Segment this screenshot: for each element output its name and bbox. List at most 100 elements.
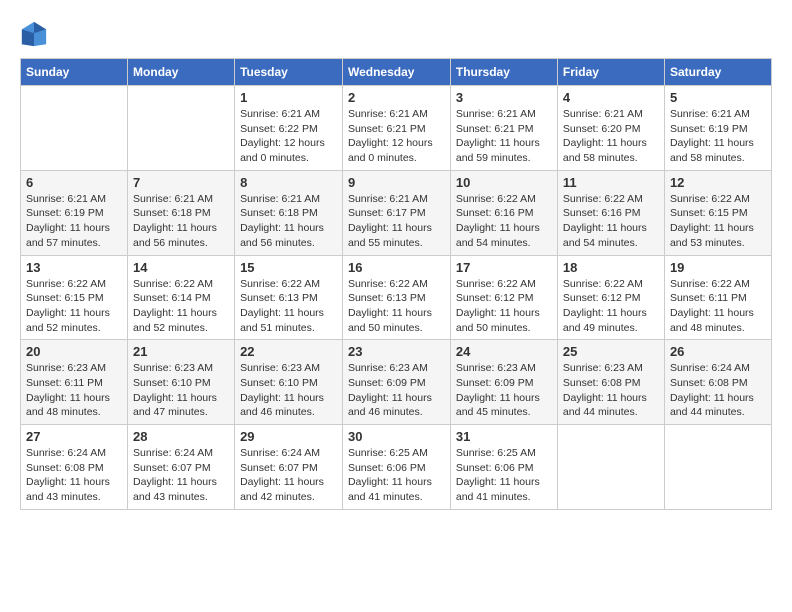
day-number: 5 [670,90,766,105]
header-cell-saturday: Saturday [664,59,771,86]
day-content: Sunrise: 6:22 AM Sunset: 6:12 PM Dayligh… [456,277,552,336]
header-cell-wednesday: Wednesday [342,59,450,86]
calendar-cell: 23 Sunrise: 6:23 AM Sunset: 6:09 PM Dayli… [342,340,450,425]
calendar-cell: 8 Sunrise: 6:21 AM Sunset: 6:18 PM Daylig… [235,170,343,255]
day-content: Sunrise: 6:21 AM Sunset: 6:20 PM Dayligh… [563,107,659,166]
calendar-cell [664,425,771,510]
day-content: Sunrise: 6:21 AM Sunset: 6:19 PM Dayligh… [26,192,122,251]
day-content: Sunrise: 6:21 AM Sunset: 6:17 PM Dayligh… [348,192,445,251]
day-content: Sunrise: 6:21 AM Sunset: 6:18 PM Dayligh… [133,192,229,251]
calendar-cell: 24 Sunrise: 6:23 AM Sunset: 6:09 PM Dayli… [450,340,557,425]
day-number: 14 [133,260,229,275]
calendar-cell: 25Sunrise: 6:23 AM Sunset: 6:08 PM Dayli… [557,340,664,425]
day-number: 21 [133,344,229,359]
day-number: 16 [348,260,445,275]
day-number: 28 [133,429,229,444]
day-number: 18 [563,260,659,275]
day-number: 3 [456,90,552,105]
day-content: Sunrise: 6:22 AM Sunset: 6:15 PM Dayligh… [26,277,122,336]
calendar-cell: 12 Sunrise: 6:22 AM Sunset: 6:15 PM Dayli… [664,170,771,255]
calendar-cell: 22Sunrise: 6:23 AM Sunset: 6:10 PM Dayli… [235,340,343,425]
header-cell-thursday: Thursday [450,59,557,86]
calendar-cell: 31 Sunrise: 6:25 AM Sunset: 6:06 PM Dayli… [450,425,557,510]
calendar-cell: 30Sunrise: 6:25 AM Sunset: 6:06 PM Dayli… [342,425,450,510]
calendar-cell [21,86,128,171]
page-header [20,20,772,48]
calendar-cell: 29 Sunrise: 6:24 AM Sunset: 6:07 PM Dayli… [235,425,343,510]
day-number: 8 [240,175,337,190]
calendar-cell: 6 Sunrise: 6:21 AM Sunset: 6:19 PM Daylig… [21,170,128,255]
calendar-cell: 15 Sunrise: 6:22 AM Sunset: 6:13 PM Dayli… [235,255,343,340]
day-content: Sunrise: 6:22 AM Sunset: 6:13 PM Dayligh… [348,277,445,336]
day-content: Sunrise: 6:22 AM Sunset: 6:13 PM Dayligh… [240,277,337,336]
day-number: 6 [26,175,122,190]
day-content: Sunrise: 6:25 AM Sunset: 6:06 PM Dayligh… [456,446,552,505]
day-number: 4 [563,90,659,105]
day-number: 12 [670,175,766,190]
calendar-cell: 2 Sunrise: 6:21 AM Sunset: 6:21 PM Daylig… [342,86,450,171]
calendar-week-3: 13Sunrise: 6:22 AM Sunset: 6:15 PM Dayli… [21,255,772,340]
calendar-week-1: 1Sunrise: 6:21 AM Sunset: 6:22 PM Daylig… [21,86,772,171]
calendar-cell: 20 Sunrise: 6:23 AM Sunset: 6:11 PM Dayli… [21,340,128,425]
calendar-cell: 13Sunrise: 6:22 AM Sunset: 6:15 PM Dayli… [21,255,128,340]
calendar-cell: 19Sunrise: 6:22 AM Sunset: 6:11 PM Dayli… [664,255,771,340]
calendar-cell: 4 Sunrise: 6:21 AM Sunset: 6:20 PM Daylig… [557,86,664,171]
day-content: Sunrise: 6:23 AM Sunset: 6:11 PM Dayligh… [26,361,122,420]
day-content: Sunrise: 6:21 AM Sunset: 6:21 PM Dayligh… [348,107,445,166]
calendar-cell: 7 Sunrise: 6:21 AM Sunset: 6:18 PM Daylig… [128,170,235,255]
calendar-cell: 11 Sunrise: 6:22 AM Sunset: 6:16 PM Dayli… [557,170,664,255]
day-number: 27 [26,429,122,444]
day-number: 1 [240,90,337,105]
day-number: 31 [456,429,552,444]
day-content: Sunrise: 6:23 AM Sunset: 6:08 PM Dayligh… [563,361,659,420]
calendar-cell: 3 Sunrise: 6:21 AM Sunset: 6:21 PM Daylig… [450,86,557,171]
day-number: 11 [563,175,659,190]
day-content: Sunrise: 6:24 AM Sunset: 6:07 PM Dayligh… [240,446,337,505]
calendar-cell [128,86,235,171]
day-number: 22 [240,344,337,359]
header-cell-friday: Friday [557,59,664,86]
header-cell-sunday: Sunday [21,59,128,86]
header-row: SundayMondayTuesdayWednesdayThursdayFrid… [21,59,772,86]
calendar-week-4: 20 Sunrise: 6:23 AM Sunset: 6:11 PM Dayli… [21,340,772,425]
calendar-cell: 5 Sunrise: 6:21 AM Sunset: 6:19 PM Daylig… [664,86,771,171]
calendar-cell: 10Sunrise: 6:22 AM Sunset: 6:16 PM Dayli… [450,170,557,255]
calendar-cell: 28 Sunrise: 6:24 AM Sunset: 6:07 PM Dayli… [128,425,235,510]
day-content: Sunrise: 6:21 AM Sunset: 6:21 PM Dayligh… [456,107,552,166]
calendar-header: SundayMondayTuesdayWednesdayThursdayFrid… [21,59,772,86]
day-content: Sunrise: 6:21 AM Sunset: 6:18 PM Dayligh… [240,192,337,251]
calendar-cell: 1Sunrise: 6:21 AM Sunset: 6:22 PM Daylig… [235,86,343,171]
header-cell-tuesday: Tuesday [235,59,343,86]
day-number: 26 [670,344,766,359]
day-content: Sunrise: 6:22 AM Sunset: 6:11 PM Dayligh… [670,277,766,336]
day-number: 9 [348,175,445,190]
calendar-week-2: 6 Sunrise: 6:21 AM Sunset: 6:19 PM Daylig… [21,170,772,255]
day-content: Sunrise: 6:23 AM Sunset: 6:09 PM Dayligh… [456,361,552,420]
day-number: 10 [456,175,552,190]
day-content: Sunrise: 6:22 AM Sunset: 6:15 PM Dayligh… [670,192,766,251]
day-content: Sunrise: 6:21 AM Sunset: 6:19 PM Dayligh… [670,107,766,166]
day-number: 7 [133,175,229,190]
day-content: Sunrise: 6:24 AM Sunset: 6:07 PM Dayligh… [133,446,229,505]
day-number: 15 [240,260,337,275]
day-content: Sunrise: 6:23 AM Sunset: 6:09 PM Dayligh… [348,361,445,420]
calendar-cell: 9 Sunrise: 6:21 AM Sunset: 6:17 PM Daylig… [342,170,450,255]
day-number: 23 [348,344,445,359]
day-content: Sunrise: 6:24 AM Sunset: 6:08 PM Dayligh… [670,361,766,420]
day-content: Sunrise: 6:24 AM Sunset: 6:08 PM Dayligh… [26,446,122,505]
day-number: 2 [348,90,445,105]
day-content: Sunrise: 6:22 AM Sunset: 6:16 PM Dayligh… [563,192,659,251]
header-cell-monday: Monday [128,59,235,86]
day-content: Sunrise: 6:23 AM Sunset: 6:10 PM Dayligh… [133,361,229,420]
day-number: 20 [26,344,122,359]
calendar-cell: 27 Sunrise: 6:24 AM Sunset: 6:08 PM Dayli… [21,425,128,510]
logo-icon [20,20,48,48]
calendar-table: SundayMondayTuesdayWednesdayThursdayFrid… [20,58,772,510]
day-content: Sunrise: 6:25 AM Sunset: 6:06 PM Dayligh… [348,446,445,505]
day-number: 29 [240,429,337,444]
calendar-cell [557,425,664,510]
day-number: 24 [456,344,552,359]
calendar-body: 1Sunrise: 6:21 AM Sunset: 6:22 PM Daylig… [21,86,772,510]
calendar-cell: 14Sunrise: 6:22 AM Sunset: 6:14 PM Dayli… [128,255,235,340]
logo [20,20,50,48]
